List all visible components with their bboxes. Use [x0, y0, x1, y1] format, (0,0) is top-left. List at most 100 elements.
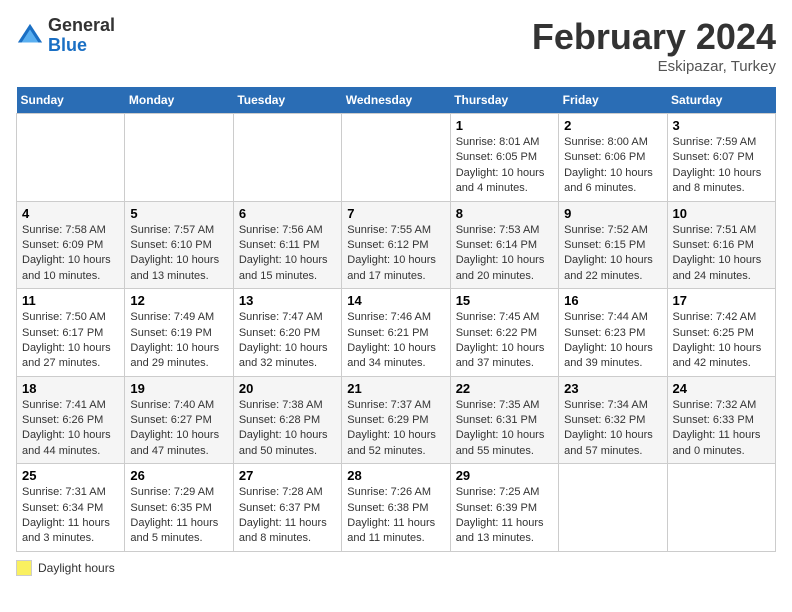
logo-general-text: General [48, 16, 115, 36]
calendar-header-cell: Wednesday [342, 87, 450, 114]
calendar-week-row: 18 Sunrise: 7:41 AM Sunset: 6:26 PM Dayli… [17, 376, 776, 464]
day-info: Sunrise: 7:55 AM Sunset: 6:12 PM Dayligh… [347, 223, 444, 285]
calendar-header-cell: Thursday [450, 87, 558, 114]
day-info: Sunrise: 7:29 AM Sunset: 6:35 PM Dayligh… [130, 485, 227, 547]
day-number: 15 [456, 293, 553, 308]
day-number: 3 [673, 118, 770, 133]
day-number: 22 [456, 381, 553, 396]
calendar-day-cell [559, 464, 667, 552]
calendar-day-cell: 6 Sunrise: 7:56 AM Sunset: 6:11 PM Daylig… [233, 201, 341, 289]
calendar-table: SundayMondayTuesdayWednesdayThursdayFrid… [16, 87, 776, 552]
calendar-day-cell [125, 114, 233, 202]
calendar-week-row: 25 Sunrise: 7:31 AM Sunset: 6:34 PM Dayli… [17, 464, 776, 552]
day-info: Sunrise: 7:31 AM Sunset: 6:34 PM Dayligh… [22, 485, 119, 547]
calendar-day-cell: 12 Sunrise: 7:49 AM Sunset: 6:19 PM Dayli… [125, 289, 233, 377]
day-info: Sunrise: 7:44 AM Sunset: 6:23 PM Dayligh… [564, 310, 661, 372]
calendar-header-cell: Tuesday [233, 87, 341, 114]
day-info: Sunrise: 7:25 AM Sunset: 6:39 PM Dayligh… [456, 485, 553, 547]
day-number: 14 [347, 293, 444, 308]
calendar-day-cell: 27Sunrise: 7:28 AM Sunset: 6:37 PM Dayli… [233, 464, 341, 552]
day-info: Sunrise: 7:37 AM Sunset: 6:29 PM Dayligh… [347, 398, 444, 460]
day-info: Sunrise: 7:26 AM Sunset: 6:38 PM Dayligh… [347, 485, 444, 547]
calendar-day-cell: 13Sunrise: 7:47 AM Sunset: 6:20 PM Dayli… [233, 289, 341, 377]
legend: Daylight hours [16, 560, 776, 576]
day-number: 19 [130, 381, 227, 396]
logo-text: General Blue [48, 16, 115, 56]
calendar-day-cell: 2 Sunrise: 8:00 AM Sunset: 6:06 PM Daylig… [559, 114, 667, 202]
day-info: Sunrise: 7:49 AM Sunset: 6:19 PM Dayligh… [130, 310, 227, 372]
day-number: 25 [22, 468, 119, 483]
calendar-day-cell: 18 Sunrise: 7:41 AM Sunset: 6:26 PM Dayli… [17, 376, 125, 464]
calendar-header-cell: Monday [125, 87, 233, 114]
day-number: 16 [564, 293, 661, 308]
day-number: 18 [22, 381, 119, 396]
day-info: Sunrise: 7:52 AM Sunset: 6:15 PM Dayligh… [564, 223, 661, 285]
calendar-day-cell [17, 114, 125, 202]
day-number: 28 [347, 468, 444, 483]
day-info: Sunrise: 8:00 AM Sunset: 6:06 PM Dayligh… [564, 135, 661, 197]
day-number: 24 [673, 381, 770, 396]
day-number: 11 [22, 293, 119, 308]
day-info: Sunrise: 7:38 AM Sunset: 6:28 PM Dayligh… [239, 398, 336, 460]
calendar-day-cell: 26 Sunrise: 7:29 AM Sunset: 6:35 PM Dayli… [125, 464, 233, 552]
calendar-day-cell [342, 114, 450, 202]
day-number: 29 [456, 468, 553, 483]
month-year-title: February 2024 [532, 16, 776, 58]
logo: General Blue [16, 16, 115, 56]
day-number: 6 [239, 206, 336, 221]
calendar-day-cell: 24 Sunrise: 7:32 AM Sunset: 6:33 PM Dayli… [667, 376, 775, 464]
legend-label: Daylight hours [38, 561, 115, 575]
day-info: Sunrise: 7:42 AM Sunset: 6:25 PM Dayligh… [673, 310, 770, 372]
calendar-day-cell: 8 Sunrise: 7:53 AM Sunset: 6:14 PM Daylig… [450, 201, 558, 289]
day-info: Sunrise: 7:51 AM Sunset: 6:16 PM Dayligh… [673, 223, 770, 285]
calendar-day-cell: 21 Sunrise: 7:37 AM Sunset: 6:29 PM Dayli… [342, 376, 450, 464]
calendar-header-cell: Friday [559, 87, 667, 114]
calendar-day-cell: 5Sunrise: 7:57 AM Sunset: 6:10 PM Daylig… [125, 201, 233, 289]
day-number: 20 [239, 381, 336, 396]
day-info: Sunrise: 7:35 AM Sunset: 6:31 PM Dayligh… [456, 398, 553, 460]
calendar-day-cell: 4Sunrise: 7:58 AM Sunset: 6:09 PM Daylig… [17, 201, 125, 289]
calendar-header-row: SundayMondayTuesdayWednesdayThursdayFrid… [17, 87, 776, 114]
day-info: Sunrise: 7:59 AM Sunset: 6:07 PM Dayligh… [673, 135, 770, 197]
day-number: 13 [239, 293, 336, 308]
day-number: 1 [456, 118, 553, 133]
calendar-week-row: 1 Sunrise: 8:01 AM Sunset: 6:05 PM Daylig… [17, 114, 776, 202]
day-info: Sunrise: 7:32 AM Sunset: 6:33 PM Dayligh… [673, 398, 770, 460]
calendar-day-cell: 15 Sunrise: 7:45 AM Sunset: 6:22 PM Dayli… [450, 289, 558, 377]
title-block: February 2024 Eskipazar, Turkey [532, 16, 776, 75]
logo-blue-text: Blue [48, 36, 115, 56]
calendar-day-cell: 9Sunrise: 7:52 AM Sunset: 6:15 PM Daylig… [559, 201, 667, 289]
calendar-day-cell: 14Sunrise: 7:46 AM Sunset: 6:21 PM Dayli… [342, 289, 450, 377]
day-info: Sunrise: 7:53 AM Sunset: 6:14 PM Dayligh… [456, 223, 553, 285]
calendar-day-cell: 22 Sunrise: 7:35 AM Sunset: 6:31 PM Dayli… [450, 376, 558, 464]
calendar-week-row: 11Sunrise: 7:50 AM Sunset: 6:17 PM Dayli… [17, 289, 776, 377]
calendar-header-cell: Sunday [17, 87, 125, 114]
day-info: Sunrise: 7:56 AM Sunset: 6:11 PM Dayligh… [239, 223, 336, 285]
calendar-day-cell: 28 Sunrise: 7:26 AM Sunset: 6:38 PM Dayli… [342, 464, 450, 552]
calendar-day-cell: 1 Sunrise: 8:01 AM Sunset: 6:05 PM Daylig… [450, 114, 558, 202]
page-header: General Blue February 2024 Eskipazar, Tu… [16, 16, 776, 75]
calendar-day-cell: 3 Sunrise: 7:59 AM Sunset: 6:07 PM Daylig… [667, 114, 775, 202]
calendar-day-cell: 19Sunrise: 7:40 AM Sunset: 6:27 PM Dayli… [125, 376, 233, 464]
day-info: Sunrise: 8:01 AM Sunset: 6:05 PM Dayligh… [456, 135, 553, 197]
day-number: 10 [673, 206, 770, 221]
location-subtitle: Eskipazar, Turkey [532, 58, 776, 75]
day-number: 2 [564, 118, 661, 133]
calendar-day-cell: 25 Sunrise: 7:31 AM Sunset: 6:34 PM Dayli… [17, 464, 125, 552]
legend-color-box [16, 560, 32, 576]
day-number: 12 [130, 293, 227, 308]
calendar-day-cell [667, 464, 775, 552]
day-info: Sunrise: 7:45 AM Sunset: 6:22 PM Dayligh… [456, 310, 553, 372]
calendar-day-cell: 29 Sunrise: 7:25 AM Sunset: 6:39 PM Dayli… [450, 464, 558, 552]
day-number: 8 [456, 206, 553, 221]
day-number: 26 [130, 468, 227, 483]
day-number: 21 [347, 381, 444, 396]
calendar-week-row: 4Sunrise: 7:58 AM Sunset: 6:09 PM Daylig… [17, 201, 776, 289]
calendar-day-cell: 16 Sunrise: 7:44 AM Sunset: 6:23 PM Dayli… [559, 289, 667, 377]
calendar-day-cell [233, 114, 341, 202]
calendar-day-cell: 7Sunrise: 7:55 AM Sunset: 6:12 PM Daylig… [342, 201, 450, 289]
calendar-day-cell: 11Sunrise: 7:50 AM Sunset: 6:17 PM Dayli… [17, 289, 125, 377]
day-info: Sunrise: 7:57 AM Sunset: 6:10 PM Dayligh… [130, 223, 227, 285]
day-info: Sunrise: 7:41 AM Sunset: 6:26 PM Dayligh… [22, 398, 119, 460]
day-number: 17 [673, 293, 770, 308]
